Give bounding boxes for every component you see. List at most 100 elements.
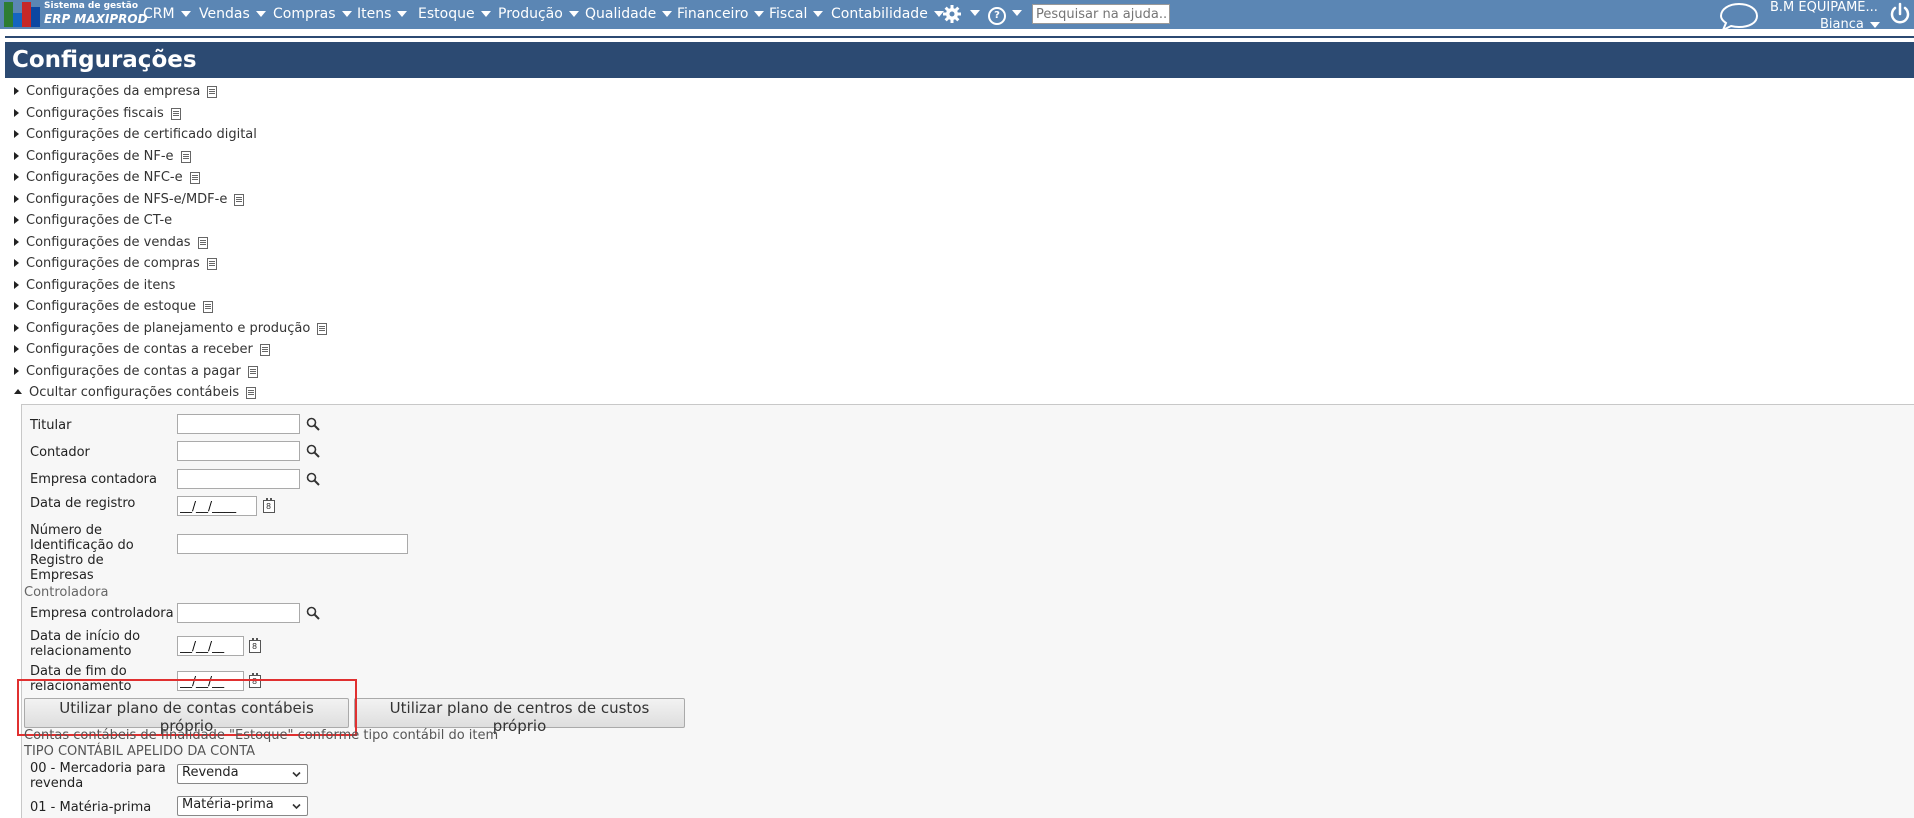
document-icon[interactable] bbox=[189, 171, 200, 184]
chevron-down-icon bbox=[292, 771, 301, 778]
power-icon[interactable] bbox=[1888, 2, 1912, 26]
search-icon[interactable] bbox=[306, 417, 320, 431]
nav-contabilidade[interactable]: Contabilidade bbox=[831, 6, 944, 22]
calendar-icon[interactable] bbox=[249, 673, 261, 688]
expand-arrow-icon bbox=[14, 172, 19, 181]
help-search-input[interactable] bbox=[1032, 4, 1170, 24]
expand-arrow-icon bbox=[14, 86, 19, 95]
data-registro-input[interactable] bbox=[177, 496, 257, 516]
config-vendas[interactable]: Configurações de vendas bbox=[14, 235, 208, 250]
tipo-01-label: 01 - Matéria-prima bbox=[30, 800, 152, 815]
accounting-settings-panel bbox=[21, 404, 1914, 818]
data-inicio-input[interactable] bbox=[177, 636, 244, 656]
chevron-down-icon bbox=[754, 11, 765, 17]
document-icon[interactable] bbox=[259, 343, 270, 356]
calendar-icon[interactable] bbox=[249, 638, 261, 653]
nav-itens[interactable]: Itens bbox=[357, 6, 408, 22]
chevron-down-icon bbox=[292, 803, 301, 810]
config-contas-receber[interactable]: Configurações de contas a receber bbox=[14, 342, 270, 357]
search-icon[interactable] bbox=[306, 444, 320, 458]
contador-input[interactable] bbox=[177, 441, 300, 461]
top-navbar: Sistema de gestão ERP MAXIPROD CRM Venda… bbox=[0, 0, 1914, 32]
document-icon[interactable] bbox=[246, 386, 257, 399]
document-icon[interactable] bbox=[234, 193, 245, 206]
app-logo[interactable]: Sistema de gestão ERP MAXIPROD bbox=[4, 1, 148, 28]
chat-icon[interactable] bbox=[1718, 1, 1760, 31]
config-contabeis-toggle[interactable]: Ocultar configurações contábeis bbox=[14, 385, 257, 400]
config-nfe[interactable]: Configurações de NF-e bbox=[14, 149, 191, 164]
config-estoque[interactable]: Configurações de estoque bbox=[14, 299, 213, 314]
data-fim-input[interactable] bbox=[177, 671, 244, 691]
expand-arrow-icon bbox=[14, 215, 19, 224]
nav-producao[interactable]: Produção bbox=[498, 6, 579, 22]
company-name[interactable]: B.M EQUIPAME... bbox=[1770, 0, 1878, 15]
estoque-accounts-note: Contas contábeis de finalidade "Estoque"… bbox=[24, 728, 499, 743]
config-certificado-digital[interactable]: Configurações de certificado digital bbox=[14, 127, 257, 142]
document-icon[interactable] bbox=[247, 365, 258, 378]
chevron-down-icon bbox=[813, 11, 824, 17]
config-cte[interactable]: Configurações de CT-e bbox=[14, 213, 172, 228]
use-own-cost-center-plan-button[interactable]: Utilizar plano de centros de custos próp… bbox=[354, 698, 685, 735]
document-icon[interactable] bbox=[197, 236, 208, 249]
nire-input[interactable] bbox=[177, 534, 408, 554]
controladora-section-title: Controladora bbox=[24, 585, 109, 600]
nav-crm[interactable]: CRM bbox=[143, 6, 191, 22]
use-own-chart-of-accounts-button[interactable]: Utilizar plano de contas contábeis própr… bbox=[24, 698, 349, 735]
expand-arrow-icon bbox=[14, 344, 19, 353]
config-planejamento-producao[interactable]: Configurações de planejamento e produção bbox=[14, 321, 328, 336]
titular-label: Titular bbox=[30, 418, 72, 433]
document-icon[interactable] bbox=[170, 107, 181, 120]
empresa-controladora-label: Empresa controladora bbox=[30, 606, 174, 621]
chevron-down-icon bbox=[341, 11, 352, 17]
tipo-contabil-header: TIPO CONTÁBIL APELIDO DA CONTA bbox=[24, 744, 256, 759]
calendar-icon[interactable] bbox=[263, 498, 275, 513]
expand-arrow-icon bbox=[14, 129, 19, 138]
document-icon[interactable] bbox=[202, 300, 213, 313]
expand-arrow-icon bbox=[14, 323, 19, 332]
config-contas-pagar[interactable]: Configurações de contas a pagar bbox=[14, 364, 258, 379]
search-icon[interactable] bbox=[306, 606, 320, 620]
chevron-down-icon bbox=[255, 11, 266, 17]
tipo-00-label: 00 - Mercadoria para revenda bbox=[30, 761, 166, 791]
chevron-down-icon bbox=[662, 11, 673, 17]
chevron-down-icon bbox=[480, 11, 491, 17]
empresa-controladora-input[interactable] bbox=[177, 603, 300, 623]
expand-arrow-icon bbox=[14, 194, 19, 203]
nav-compras[interactable]: Compras bbox=[273, 6, 352, 22]
document-icon[interactable] bbox=[206, 257, 217, 270]
logo-line1: Sistema de gestão bbox=[44, 1, 139, 11]
nire-label: Número de Identificação do Registro de E… bbox=[30, 523, 134, 583]
config-empresa[interactable]: Configurações da empresa bbox=[14, 84, 218, 99]
config-itens[interactable]: Configurações de itens bbox=[14, 278, 175, 293]
help-menu-chevron-icon[interactable] bbox=[1012, 10, 1022, 16]
data-fim-label: Data de fim do relacionamento bbox=[30, 664, 132, 694]
nav-fiscal[interactable]: Fiscal bbox=[769, 6, 824, 22]
document-icon[interactable] bbox=[317, 322, 328, 335]
chevron-down-icon bbox=[180, 11, 191, 17]
help-icon[interactable]: ? bbox=[988, 7, 1006, 25]
expand-arrow-icon bbox=[14, 301, 19, 310]
expand-arrow-icon bbox=[14, 108, 19, 117]
titular-input[interactable] bbox=[177, 414, 300, 434]
data-registro-label: Data de registro bbox=[30, 496, 136, 511]
empresa-contadora-input[interactable] bbox=[177, 469, 300, 489]
nav-financeiro[interactable]: Financeiro bbox=[677, 6, 765, 22]
config-compras[interactable]: Configurações de compras bbox=[14, 256, 217, 271]
gear-menu-chevron-icon[interactable] bbox=[970, 10, 980, 16]
logo-mark-icon bbox=[4, 2, 40, 27]
document-icon[interactable] bbox=[207, 85, 218, 98]
gear-icon[interactable] bbox=[942, 4, 962, 24]
nav-qualidade[interactable]: Qualidade bbox=[585, 6, 673, 22]
document-icon[interactable] bbox=[180, 150, 191, 163]
nav-estoque[interactable]: Estoque bbox=[418, 6, 491, 22]
tipo-00-select[interactable]: Revenda bbox=[177, 764, 308, 784]
search-icon[interactable] bbox=[306, 472, 320, 486]
user-menu[interactable]: Bianca bbox=[1820, 17, 1880, 32]
logo-line2: ERP MAXIPROD bbox=[44, 12, 148, 26]
config-nfce[interactable]: Configurações de NFC-e bbox=[14, 170, 200, 185]
nav-vendas[interactable]: Vendas bbox=[199, 6, 266, 22]
config-nfse-mdfe[interactable]: Configurações de NFS-e/MDF-e bbox=[14, 192, 245, 207]
chevron-down-icon bbox=[568, 11, 579, 17]
config-fiscais[interactable]: Configurações fiscais bbox=[14, 106, 181, 121]
tipo-01-select[interactable]: Matéria-prima bbox=[177, 796, 308, 816]
